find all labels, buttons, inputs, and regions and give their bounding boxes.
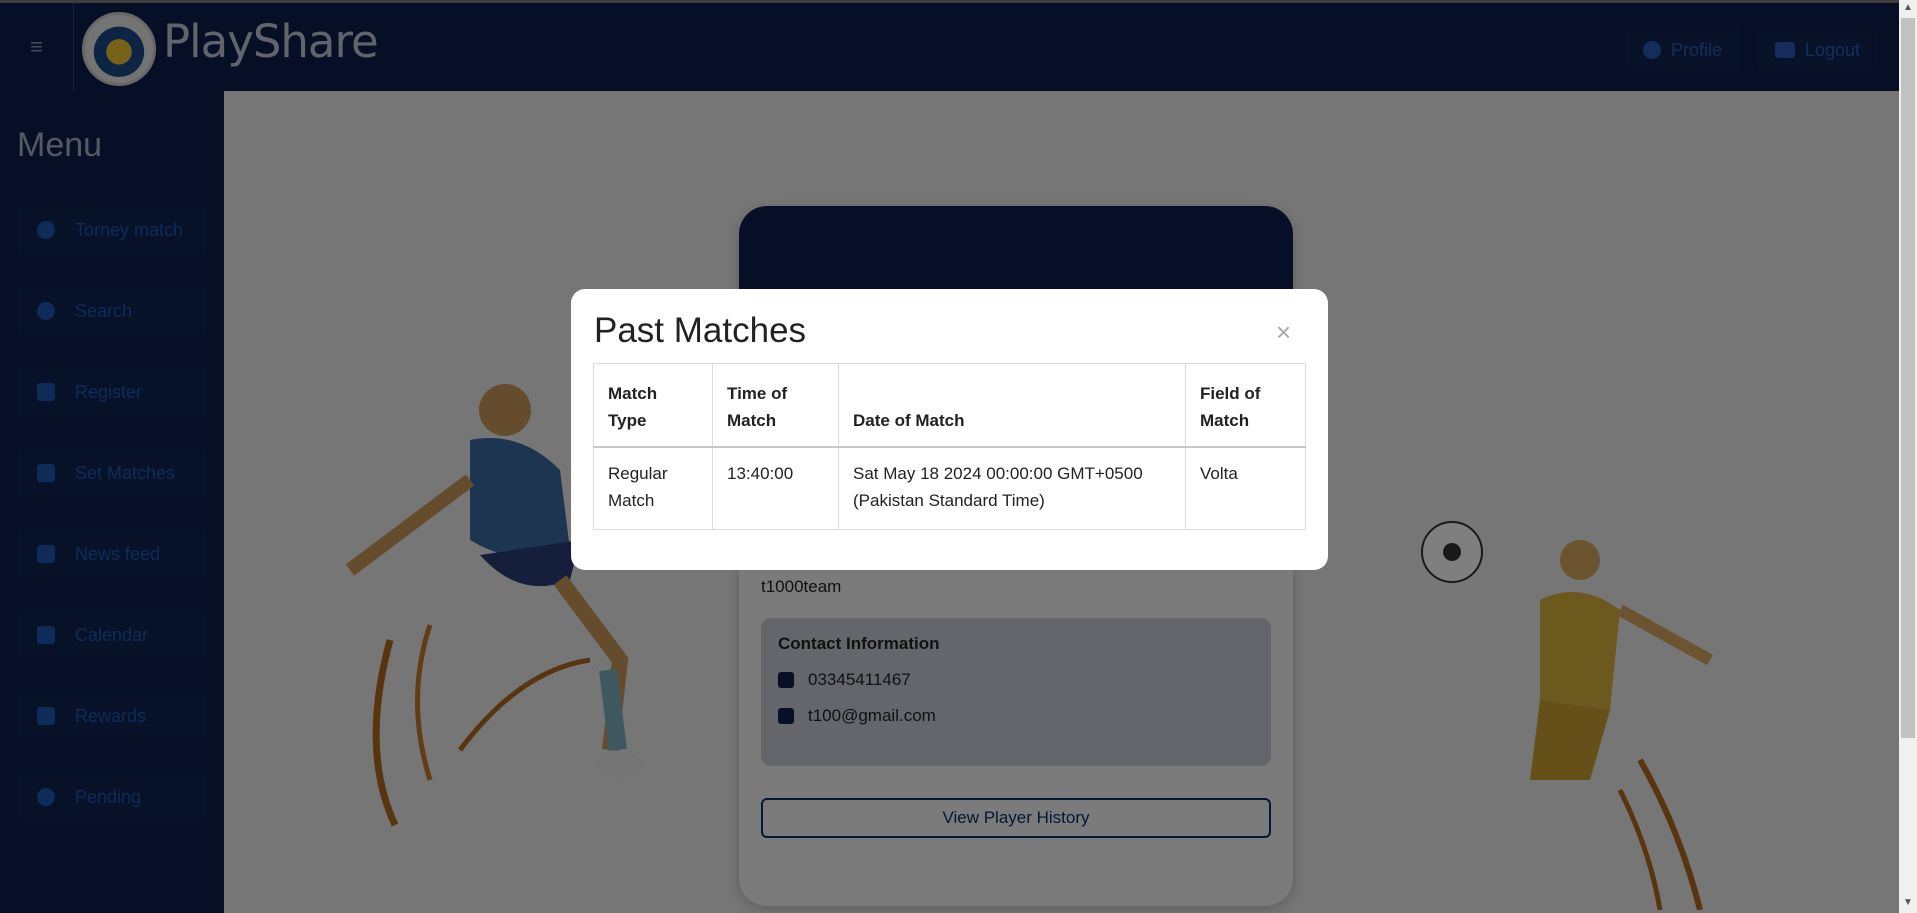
past-matches-modal: Past Matches × Match Type Time of Match … [571, 289, 1328, 570]
page-scrollbar[interactable]: ▲ ▼ [1899, 0, 1917, 913]
column-header-field-of-match: Field of Match [1185, 363, 1306, 448]
modal-title: Past Matches [594, 311, 807, 350]
scroll-up-arrow-icon[interactable]: ▲ [1903, 2, 1913, 13]
cell-time-of-match: 13:40:00 [712, 446, 839, 530]
table-row: Regular Match 13:40:00 Sat May 18 2024 0… [593, 446, 1306, 530]
scrollbar-thumb[interactable] [1901, 18, 1915, 738]
past-matches-table: Match Type Time of Match Date of Match F… [593, 363, 1306, 530]
cell-match-type: Regular Match [593, 446, 713, 530]
column-header-time-of-match: Time of Match [712, 363, 839, 448]
table-header-row: Match Type Time of Match Date of Match F… [593, 363, 1306, 448]
scroll-down-arrow-icon[interactable]: ▼ [1903, 897, 1913, 908]
close-icon[interactable]: × [1276, 317, 1291, 348]
column-header-date-of-match: Date of Match [838, 363, 1186, 448]
column-header-match-type: Match Type [593, 363, 713, 448]
cell-field-of-match: Volta [1185, 446, 1306, 530]
cell-date-of-match: Sat May 18 2024 00:00:00 GMT+0500 (Pakis… [838, 446, 1186, 530]
